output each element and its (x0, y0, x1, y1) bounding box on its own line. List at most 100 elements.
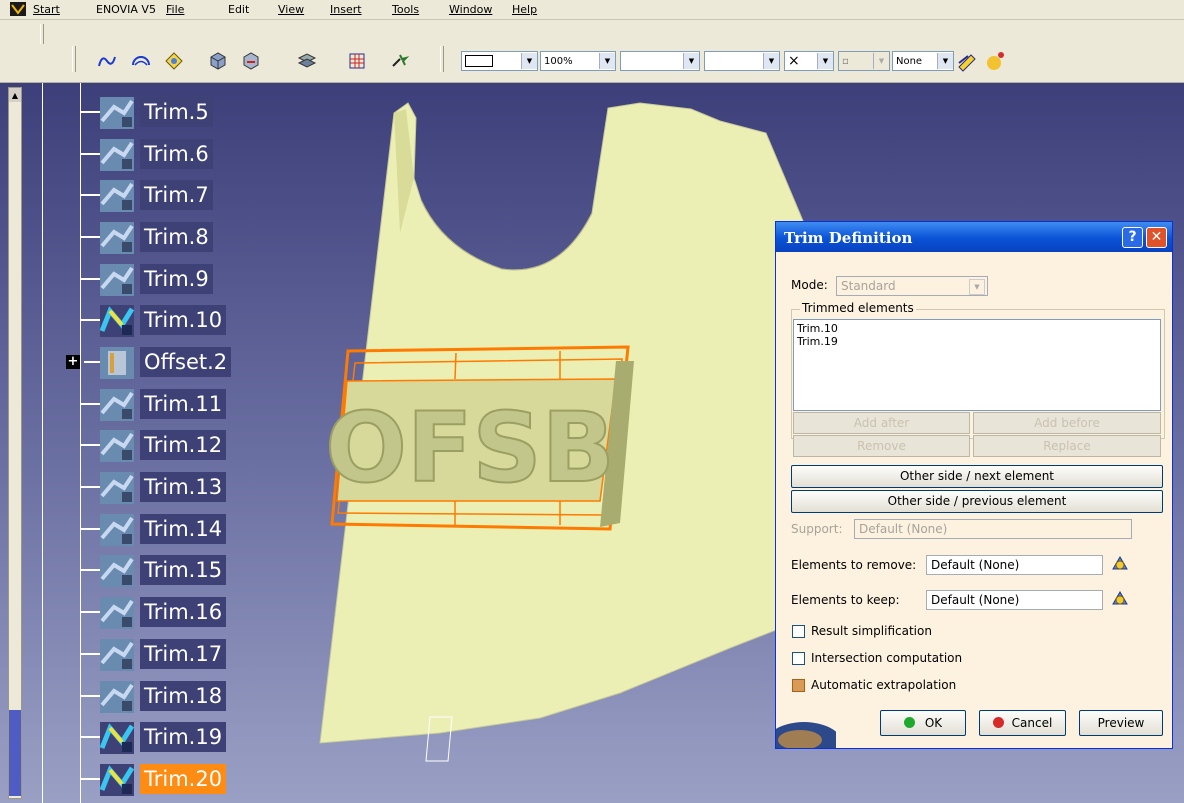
list-selector-icon[interactable] (1108, 553, 1132, 575)
apply-material-icon[interactable] (984, 50, 1006, 72)
menu-enovia[interactable]: ENOVIA V5 (96, 3, 156, 16)
tree-item-label: Trim.17 (140, 639, 227, 669)
mode-select: Standard ▼ (836, 276, 988, 296)
catia-logo-icon[interactable] (10, 2, 26, 16)
transparency-combo[interactable]: 100% ▼ (540, 51, 616, 71)
menu-bar: Start ENOVIA V5 File Edit View Insert To… (0, 0, 1184, 20)
menu-edit[interactable]: Edit (228, 3, 249, 16)
tree-item-label: Trim.18 (140, 681, 227, 711)
menu-view[interactable]: View (278, 3, 304, 16)
chevron-down-icon[interactable]: ▼ (599, 53, 615, 69)
tree-item-label: Trim.9 (140, 264, 213, 294)
tree-item-label: Trim.15 (140, 555, 227, 585)
ok-icon (903, 717, 915, 728)
dialog-titlebar[interactable]: Trim Definition ? ✕ (776, 222, 1172, 252)
tree-item-label: Offset.2 (140, 347, 232, 377)
menu-insert[interactable]: Insert (330, 3, 362, 16)
trim-icon (100, 264, 134, 296)
elements-to-remove-field[interactable]: Default (None) (926, 555, 1103, 575)
chevron-down-icon: ▼ (969, 279, 985, 295)
trim-icon (100, 389, 134, 421)
menu-window[interactable]: Window (449, 3, 492, 16)
automatic-extrapolation-label: Automatic extrapolation (811, 678, 957, 692)
menu-help[interactable]: Help (512, 3, 537, 16)
help-button[interactable]: ? (1122, 227, 1143, 248)
elements-to-remove-label: Elements to remove: (791, 558, 917, 572)
dialog-title: Trim Definition (784, 229, 913, 247)
circle-icon[interactable] (130, 50, 152, 72)
trim-icon (100, 514, 134, 546)
corner-icon[interactable] (163, 50, 185, 72)
list-item[interactable]: Trim.19 (797, 335, 1157, 348)
support-label: Support: (791, 522, 843, 536)
cancel-button[interactable]: Cancel (979, 710, 1066, 736)
sun-decoration-icon (776, 722, 836, 748)
tree-item-label: Trim.7 (140, 180, 213, 210)
list-selector-icon[interactable] (1108, 588, 1132, 610)
mode-label: Mode: (791, 278, 828, 292)
tree-item-label: Trim.19 (140, 722, 227, 752)
replace-button[interactable]: Replace (973, 435, 1161, 457)
trim-icon (100, 97, 134, 129)
chevron-down-icon[interactable]: ▼ (873, 53, 889, 69)
layer-combo[interactable]: None ▼ (892, 51, 954, 71)
embossed-text: OFSB (325, 392, 615, 504)
trim-icon (100, 555, 134, 587)
join-icon[interactable] (240, 50, 262, 72)
trim-icon (100, 180, 134, 212)
chevron-down-icon[interactable]: ▼ (937, 53, 953, 69)
color-combo[interactable]: ▼ (461, 51, 538, 71)
heal-icon[interactable] (296, 50, 318, 72)
trim-icon (100, 597, 134, 629)
add-before-button[interactable]: Add before (973, 412, 1161, 434)
menu-start[interactable]: Start (33, 3, 60, 16)
toolbar-grip[interactable] (440, 46, 444, 72)
mesh-icon[interactable] (346, 50, 368, 72)
trim-visible-icon (100, 764, 134, 796)
mode-value: Standard (841, 279, 896, 293)
support-field: Default (None) (854, 519, 1132, 539)
tree-item-label: Trim.11 (140, 389, 227, 419)
intersection-computation-checkbox[interactable] (792, 652, 805, 665)
other-side-next-button[interactable]: Other side / next element (791, 465, 1163, 488)
linetype-combo[interactable]: ▼ (704, 51, 780, 71)
spline-icon[interactable] (96, 50, 118, 72)
cube-icon[interactable] (207, 50, 229, 72)
remove-button[interactable]: Remove (793, 435, 970, 457)
other-side-previous-button[interactable]: Other side / previous element (791, 490, 1163, 513)
trim-icon (100, 472, 134, 504)
toolbar-grip[interactable] (72, 46, 76, 72)
preview-button[interactable]: Preview (1079, 710, 1163, 736)
tree-item-label: Trim.13 (140, 472, 227, 502)
ok-button[interactable]: OK (880, 710, 966, 736)
trim-visible-icon (100, 305, 134, 337)
point-combo[interactable]: × ▼ (784, 51, 834, 71)
trimmed-elements-list[interactable]: Trim.10 Trim.19 (793, 319, 1161, 411)
trimmed-elements-label: Trimmed elements (800, 301, 916, 315)
close-button[interactable]: ✕ (1146, 227, 1167, 248)
layer-icon-combo[interactable]: ▫ ▼ (838, 51, 890, 71)
tree-item-label: Trim.16 (140, 597, 227, 627)
cancel-label: Cancel (1011, 716, 1053, 730)
tree-item-label: Trim.5 (140, 97, 213, 127)
painter-icon[interactable] (956, 50, 978, 72)
tree-item-label: Trim.6 (140, 139, 213, 169)
explode-icon[interactable] (388, 50, 410, 72)
automatic-extrapolation-checkbox[interactable] (792, 679, 805, 692)
chevron-down-icon[interactable]: ▼ (817, 53, 833, 69)
menu-file[interactable]: File (166, 3, 184, 16)
chevron-down-icon[interactable]: ▼ (521, 53, 537, 69)
chevron-down-icon[interactable]: ▼ (763, 53, 779, 69)
toolbar-grip[interactable] (40, 24, 44, 44)
add-after-button[interactable]: Add after (793, 412, 970, 434)
result-simplification-label: Result simplification (811, 624, 932, 638)
elements-to-keep-field[interactable]: Default (None) (926, 590, 1103, 610)
trim-definition-dialog: Trim Definition ? ✕ Mode: Standard ▼ Tri… (775, 221, 1173, 749)
list-item[interactable]: Trim.10 (797, 322, 1157, 335)
expand-plus-icon[interactable]: + (66, 355, 80, 369)
result-simplification-checkbox[interactable] (792, 625, 805, 638)
menu-tools[interactable]: Tools (392, 3, 419, 16)
chevron-down-icon[interactable]: ▼ (683, 53, 699, 69)
trim-icon (100, 430, 134, 462)
thickness-combo[interactable]: ▼ (620, 51, 700, 71)
